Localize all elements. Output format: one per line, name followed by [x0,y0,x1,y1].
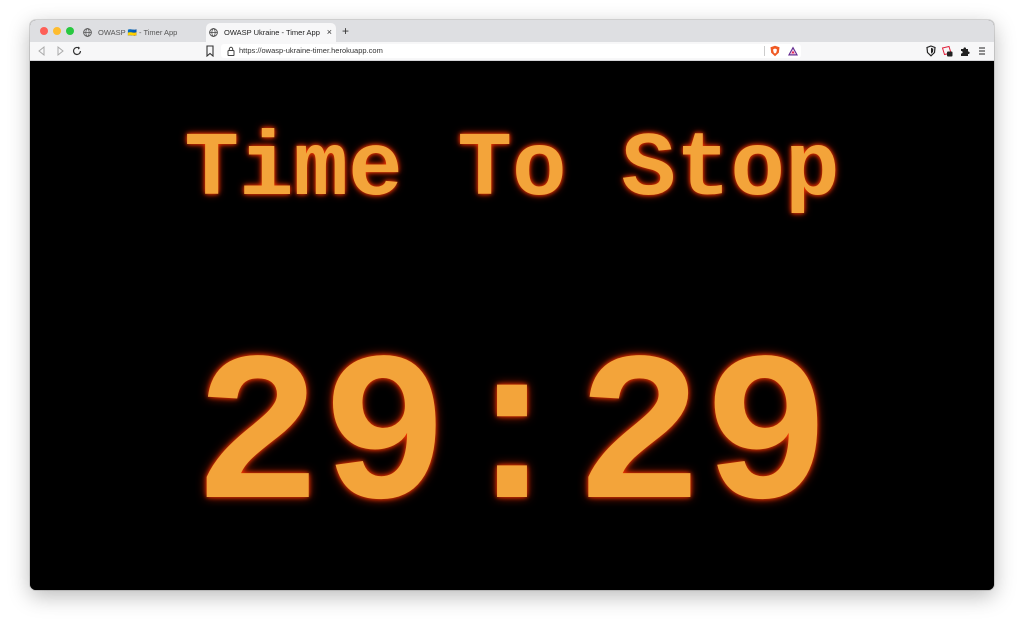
new-tab-button[interactable]: + [342,24,349,38]
menu-icon[interactable] [976,45,988,57]
zoom-window-button[interactable] [66,27,74,35]
lock-icon [227,46,235,56]
page-heading: Time To Stop [184,119,840,222]
globe-icon [83,28,92,37]
tab-title: OWASP Ukraine - Timer App [224,28,320,37]
browser-toolbar: https://owasp-ukraine-timer.herokuapp.co… [30,42,994,61]
close-tab-icon[interactable]: × [327,27,332,37]
close-window-button[interactable] [40,27,48,35]
rewards-triangle-icon[interactable] [787,45,799,57]
bookmark-icon[interactable] [205,45,215,57]
globe-icon [209,28,218,37]
reload-icon[interactable] [71,45,83,57]
back-arrow-icon[interactable] [36,45,48,57]
shield-icon[interactable] [925,45,937,57]
forward-arrow-icon[interactable] [54,45,66,57]
tab-owasp-ukraine-timer[interactable]: OWASP Ukraine - Timer App × [206,23,336,42]
tab-bar: OWASP 🇺🇦 - Timer App OWASP Ukraine - Tim… [30,20,994,42]
puzzle-icon[interactable] [959,45,971,57]
address-bar[interactable]: https://owasp-ukraine-timer.herokuapp.co… [221,44,801,58]
countdown-timer: 29:29 [193,321,831,561]
brave-shield-icon[interactable] [769,45,781,57]
minimize-window-button[interactable] [53,27,61,35]
url-text[interactable]: https://owasp-ukraine-timer.herokuapp.co… [239,45,383,57]
browser-window: OWASP 🇺🇦 - Timer App OWASP Ukraine - Tim… [30,20,994,590]
tab-owasp-flag-timer[interactable]: OWASP 🇺🇦 - Timer App [80,23,206,42]
page-content: Time To Stop 29:29 [30,61,994,590]
extension-icon[interactable] [941,45,953,57]
address-bar-divider [764,46,765,56]
tab-title: OWASP 🇺🇦 - Timer App [98,28,178,37]
